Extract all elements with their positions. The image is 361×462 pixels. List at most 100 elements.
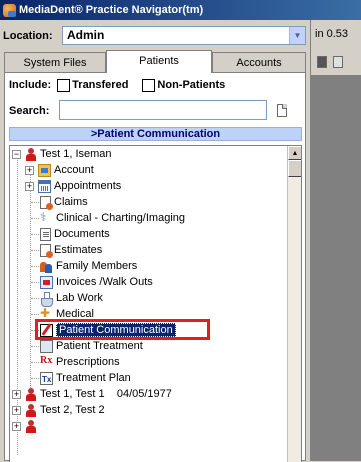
section-header[interactable]: >Patient Communication [9,127,302,141]
rx-icon [40,355,53,369]
tree-line [31,234,39,235]
search-row: Search: [9,100,287,121]
expand-icon[interactable]: + [12,406,21,415]
family-icon [40,260,53,273]
non-patients-checkbox[interactable] [142,78,156,92]
patient-label: Test 1, Test 1 04/05/1977 [40,388,172,400]
non-patients-label: Non-Patients [157,79,226,91]
patients-tab-content: Include: Transfered Non-Patients Search:… [4,72,306,462]
tree-item-treatment-plan[interactable]: Treatment Plan [25,370,131,386]
invoice-icon [40,275,53,289]
tree-item-claims[interactable]: Claims [25,194,88,210]
location-row: Location: Admin ▼ [0,26,310,46]
patient-node[interactable]: + Test 1, Test 1 04/05/1977 [12,386,172,402]
estimates-icon [40,243,53,258]
version-text: in 0.53 [315,28,349,40]
tab-system-files[interactable]: System Files [4,52,106,72]
tree-line [31,282,39,283]
patient-icon [25,419,37,433]
tab-accounts[interactable]: Accounts [212,52,306,72]
calendar-icon [38,179,51,193]
include-filters: Include: Transfered Non-Patients [9,77,225,93]
search-input[interactable] [59,100,267,120]
tree-item-clinical[interactable]: Clinical - Charting/Imaging [25,210,185,226]
include-label: Include: [9,79,52,91]
search-button[interactable] [273,101,291,119]
patient-node[interactable]: + Test 2, Test 2 [12,402,105,418]
tree-line [31,250,39,251]
app-icon [3,3,16,17]
tab-patients[interactable]: Patients [106,50,212,73]
tree-item-prescriptions[interactable]: Prescriptions [25,354,120,370]
tree-item-label: Invoices /Walk Outs [56,276,153,288]
patient-label: Test 1, Iseman [40,148,112,160]
content-area [311,75,361,461]
tree-item-label: Claims [54,196,88,208]
patient-icon [25,403,37,417]
scroll-thumb[interactable] [288,160,301,177]
tree-line [31,202,39,203]
scroll-up-icon[interactable]: ▲ [288,146,301,160]
tree-item-label: Patient Treatment [56,340,143,352]
patient-node[interactable]: − Test 1, Iseman [12,146,112,162]
patient-icon [25,147,37,161]
expand-icon[interactable]: + [25,182,34,191]
account-icon [38,163,51,177]
tree-item-estimates[interactable]: Estimates [25,242,102,258]
tree-item-label: Treatment Plan [56,372,131,384]
tab-bar: System Files Patients Accounts [0,50,310,73]
expand-icon[interactable]: + [12,390,21,399]
location-value: Admin [67,28,105,42]
tree-item-appointments[interactable]: + Appointments [25,178,121,194]
treatment-plan-icon [40,371,53,385]
tree-item-lab-work[interactable]: Lab Work [25,290,103,307]
patient-node[interactable]: + [12,418,40,434]
tree-item-label: Family Members [56,260,138,272]
expand-icon[interactable]: + [12,422,21,431]
tree-line [31,314,39,315]
collapse-icon[interactable]: − [12,150,21,159]
tree-item-documents[interactable]: Documents [25,226,110,242]
tree-item-family-members[interactable]: Family Members [25,258,137,274]
flask-icon [40,291,53,307]
chevron-down-icon[interactable]: ▼ [289,27,305,44]
tree-line [31,378,39,379]
toolbar-document-icon[interactable] [317,56,327,68]
right-panel: in 0.53 [310,20,361,461]
patient-tree: − Test 1, Iseman + Account + Appointment… [9,145,302,462]
location-label: Location: [3,30,53,42]
expand-icon[interactable]: + [25,166,34,175]
right-toolbar [311,52,361,72]
transferred-label: Transfered [72,79,129,91]
treatment-icon [40,339,53,353]
tree-item-label: Appointments [54,180,122,192]
tree-item-label: Prescriptions [56,356,120,368]
tree-item-label: Lab Work [56,292,103,304]
tree-item-label: Documents [54,228,110,240]
tree-scrollbar[interactable]: ▲ [287,146,301,462]
transferred-checkbox[interactable] [57,78,71,92]
document-icon [277,103,287,117]
window-title: MediaDent® Practice Navigator(tm) [19,4,204,16]
tree-line [31,362,39,363]
document-icon [40,227,51,241]
tree-line [31,298,39,299]
tree-item-label: Account [54,164,94,176]
location-dropdown[interactable]: Admin ▼ [62,26,306,45]
claims-icon [40,195,53,210]
highlight-annotation [35,319,210,340]
search-label: Search: [9,105,50,117]
tree-item-account[interactable]: + Account [25,162,94,178]
tree-item-patient-treatment[interactable]: Patient Treatment [25,338,143,354]
patient-icon [25,387,37,401]
tree-line [31,266,39,267]
tree-item-label: Clinical - Charting/Imaging [56,212,185,224]
new-document-icon[interactable] [333,56,343,68]
tree-line [31,218,39,219]
navigator-panel: Location: Admin ▼ System Files Patients … [0,20,310,462]
tree-item-invoices[interactable]: Invoices /Walk Outs [25,274,153,290]
tree-item-label: Estimates [54,244,103,256]
tooth-icon [40,210,53,225]
title-bar: MediaDent® Practice Navigator(tm) [0,0,361,20]
tree-line [31,346,39,347]
